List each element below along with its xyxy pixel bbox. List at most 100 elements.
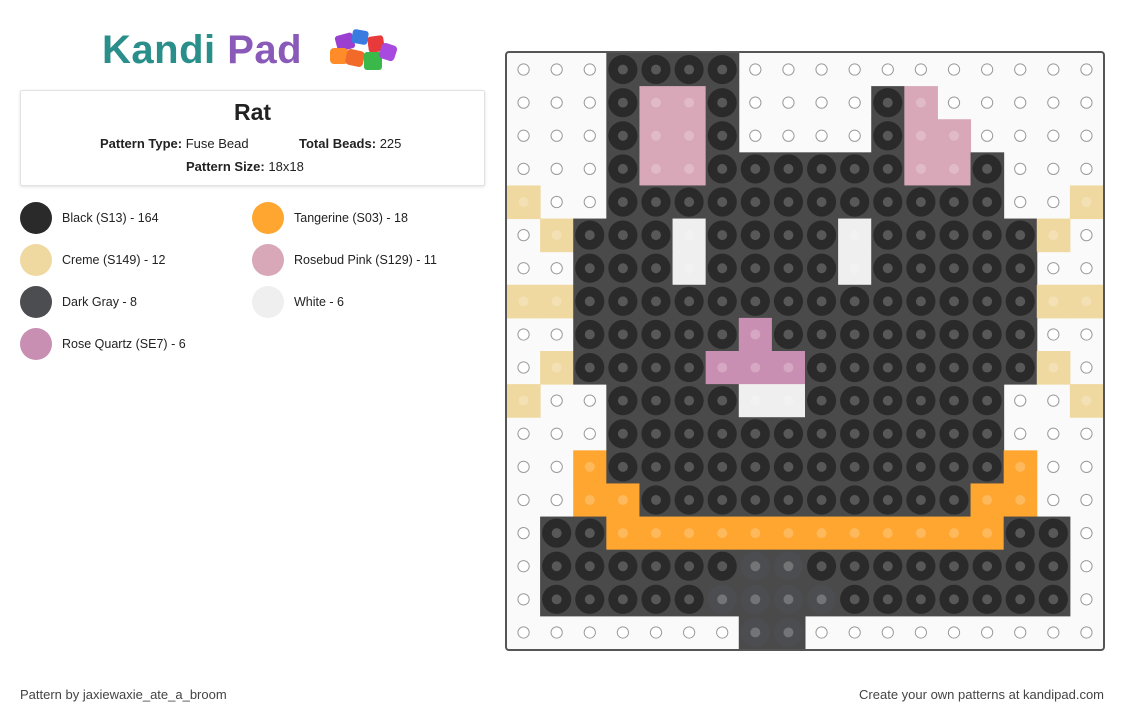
empty-peg: [649, 626, 663, 639]
bead-hole: [783, 163, 794, 174]
bead-hole: [684, 395, 695, 406]
bead-hole: [1015, 230, 1026, 241]
bead-hole: [750, 362, 761, 373]
bead-hole: [849, 528, 860, 539]
bead-hole: [915, 329, 926, 340]
empty-peg: [517, 427, 530, 440]
color-swatch: [252, 244, 284, 276]
bead-hole: [816, 329, 827, 340]
bead-hole: [684, 329, 695, 340]
bead-hole: [949, 461, 959, 472]
bead-hole: [816, 197, 827, 207]
bead-grid: [507, 53, 1103, 649]
bead-hole: [783, 561, 794, 572]
bead-hole: [882, 428, 893, 439]
bead-hole: [684, 97, 695, 108]
bead-hole: [551, 561, 562, 572]
bead-hole: [949, 495, 959, 505]
bead-hole: [584, 594, 595, 605]
bead-hole: [982, 428, 993, 439]
empty-peg: [1080, 593, 1093, 606]
empty-peg: [947, 96, 961, 109]
empty-peg: [1047, 493, 1060, 507]
create-patterns-link[interactable]: Create your own patterns at kandipad.com: [859, 687, 1104, 702]
bead-hole: [684, 362, 695, 373]
bead-hole: [717, 594, 728, 605]
bead-hole: [684, 594, 695, 605]
bead-hole: [982, 495, 993, 505]
bead-hole: [816, 561, 827, 572]
empty-peg: [517, 626, 530, 639]
bead-hole: [651, 461, 661, 472]
bead-hole: [1048, 594, 1059, 605]
bead-hole: [816, 263, 827, 274]
bead-hole: [584, 528, 595, 539]
bead-hole: [882, 362, 893, 373]
bead-hole: [750, 329, 761, 340]
bead-hole: [551, 230, 562, 241]
bead-hole: [949, 296, 959, 307]
pattern-type: Pattern Type: Fuse Bead: [100, 136, 249, 151]
bead-hole: [849, 495, 860, 505]
empty-peg: [815, 626, 828, 639]
empty-peg: [550, 195, 563, 209]
empty-peg: [1047, 427, 1060, 440]
bead-hole: [915, 594, 926, 605]
color-swatch: [20, 202, 52, 234]
kandipad-logo[interactable]: Kandi Pad: [102, 26, 402, 76]
bead-hole: [750, 428, 761, 439]
empty-peg: [517, 593, 530, 606]
bead-hole: [651, 495, 661, 505]
bead-hole: [617, 495, 628, 505]
empty-peg: [1047, 460, 1060, 474]
empty-peg: [583, 129, 596, 142]
bead-hole: [915, 97, 926, 108]
bead-hole: [651, 263, 661, 274]
empty-peg: [583, 394, 596, 407]
pattern-size-label: Pattern Size:: [186, 159, 265, 174]
empty-peg: [1047, 328, 1060, 341]
empty-peg: [550, 427, 563, 440]
bead-hole: [651, 230, 661, 241]
bead-hole: [915, 163, 926, 174]
bead-hole: [982, 230, 993, 241]
pattern-type-label: Pattern Type:: [100, 136, 183, 151]
bead-hole: [882, 528, 893, 539]
bead-hole: [617, 362, 628, 373]
bead-hole: [982, 296, 993, 307]
bead-hole: [949, 362, 959, 373]
empty-peg: [550, 460, 563, 474]
empty-peg: [517, 63, 530, 76]
bead-hole: [882, 395, 893, 406]
bead-hole: [717, 461, 728, 472]
empty-peg: [1080, 129, 1093, 142]
bead-hole: [651, 528, 661, 539]
empty-peg: [1080, 526, 1093, 540]
empty-peg: [1014, 195, 1027, 209]
bead-hole: [551, 594, 562, 605]
bead-hole: [915, 495, 926, 505]
bead-hole: [1081, 197, 1092, 207]
bead-hole: [651, 197, 661, 207]
bead-hole: [783, 495, 794, 505]
empty-peg: [583, 626, 596, 639]
total-beads: Total Beads: 225: [299, 136, 401, 151]
empty-peg: [1080, 63, 1093, 76]
bead-hole: [816, 461, 827, 472]
bead-hole: [651, 428, 661, 439]
bead-hole: [717, 528, 728, 539]
bead-hole: [750, 495, 761, 505]
empty-peg: [1047, 129, 1060, 142]
bead-hole: [1048, 296, 1059, 307]
bead-hole: [783, 329, 794, 340]
bead-hole: [915, 230, 926, 241]
empty-peg: [583, 195, 596, 209]
empty-peg: [1047, 63, 1060, 76]
bead-hole: [584, 296, 595, 307]
color-swatch: [252, 202, 284, 234]
empty-peg: [550, 129, 563, 142]
logo-wordmark: Kandi Pad: [102, 26, 302, 74]
bead-hole: [915, 263, 926, 274]
bead-hole: [849, 362, 860, 373]
bead-hole: [717, 97, 728, 108]
